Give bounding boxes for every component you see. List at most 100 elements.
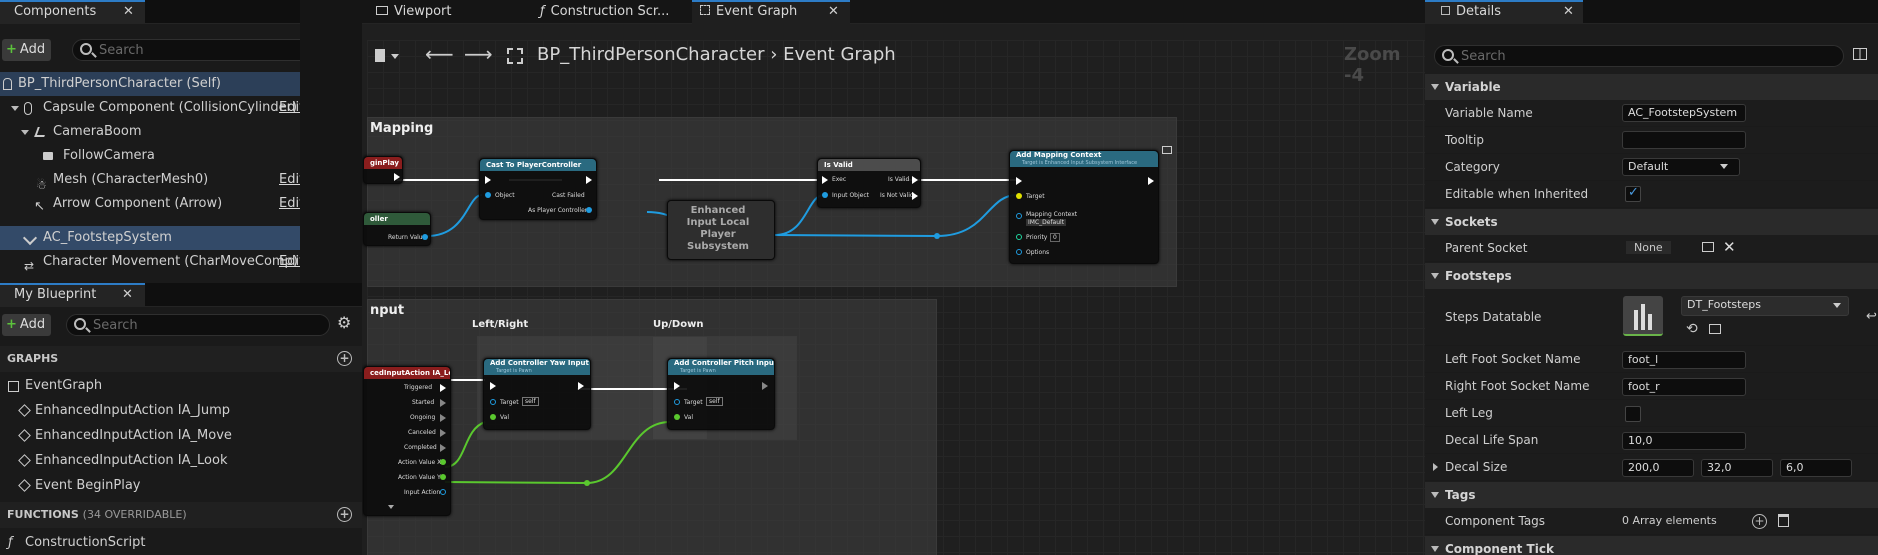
node-add-mapping-context[interactable]: Add Mapping Context Target is Enhanced I… xyxy=(1009,150,1159,264)
tab-components[interactable]: Components ✕ xyxy=(0,0,145,24)
node-event-beginplay[interactable]: ginPlay xyxy=(363,156,403,184)
node-add-yaw-input[interactable]: Add Controller Yaw Input Target is Pawn … xyxy=(483,358,591,430)
close-icon[interactable]: ✕ xyxy=(1563,2,1574,22)
chevron-down-icon[interactable] xyxy=(21,130,29,135)
tab-viewport[interactable]: Viewport xyxy=(368,0,528,24)
datatable-dropdown[interactable]: DT_Footsteps xyxy=(1681,296,1849,316)
exec-in-pin[interactable] xyxy=(674,382,680,390)
trash-icon[interactable] xyxy=(1778,514,1789,527)
object-pin[interactable] xyxy=(485,192,491,198)
component-item-capsule[interactable]: Capsule Component (CollisionCylinder) Ed… xyxy=(0,96,300,120)
tab-details[interactable]: Details ✕ xyxy=(1425,0,1583,24)
int-pin[interactable] xyxy=(1016,234,1022,240)
tab-construction-script[interactable]: ƒ Construction Scr... xyxy=(532,0,687,24)
component-item-self[interactable]: BP_ThirdPersonCharacter (Self) xyxy=(0,72,300,96)
components-add-button[interactable]: + Add xyxy=(2,39,52,61)
section-tags[interactable]: Tags xyxy=(1425,482,1878,508)
close-icon[interactable]: ✕ xyxy=(122,285,133,305)
object-pin[interactable] xyxy=(586,207,592,213)
chevron-down-icon[interactable] xyxy=(388,505,394,509)
float-pin[interactable] xyxy=(440,474,446,480)
exec-out-pin[interactable] xyxy=(1148,177,1154,185)
chevron-right-icon[interactable] xyxy=(1433,463,1438,471)
function-item-construction[interactable]: ƒ ConstructionScript xyxy=(0,531,362,555)
object-pin[interactable] xyxy=(1016,193,1022,199)
functions-section-header[interactable]: FUNCTIONS (34 OVERRIDABLE) + xyxy=(0,502,362,528)
graph-canvas[interactable]: ⟵ ⟶ BP_ThirdPersonCharacter › Event Grap… xyxy=(363,40,1425,555)
exec-out-pin[interactable] xyxy=(912,176,918,184)
gear-icon[interactable]: ⚙ xyxy=(337,313,351,332)
node-ia-look[interactable]: cedInputAction IA_Look Triggered Started… xyxy=(363,366,451,516)
section-variable[interactable]: Variable xyxy=(1425,74,1878,100)
component-item-arrow[interactable]: ↖ Arrow Component (Arrow) Edit in C++ xyxy=(0,192,300,216)
add-element-icon[interactable]: + xyxy=(1752,514,1767,529)
exec-out-pin[interactable] xyxy=(578,382,584,390)
struct-pin[interactable] xyxy=(1016,249,1022,255)
close-icon[interactable]: ✕ xyxy=(123,2,134,22)
object-pin[interactable] xyxy=(422,234,428,240)
tooltip-field[interactable] xyxy=(1622,131,1746,149)
reset-arrow-icon[interactable]: ↩ xyxy=(1866,309,1877,324)
exec-out-pin[interactable] xyxy=(440,429,446,437)
object-pin[interactable] xyxy=(822,192,828,198)
exec-in-pin[interactable] xyxy=(490,382,496,390)
edit-in-cpp-link[interactable]: Edit in C++ xyxy=(279,168,300,192)
exec-in-pin[interactable] xyxy=(1016,177,1022,185)
exec-out-pin[interactable] xyxy=(912,192,918,200)
decal-size-z-field[interactable]: 6,0 xyxy=(1780,459,1852,477)
component-item-footstep[interactable]: AC_FootstepSystem xyxy=(0,226,300,250)
float-pin[interactable] xyxy=(674,414,680,420)
node-get-controller[interactable]: oller Return Value xyxy=(363,212,431,246)
close-icon[interactable]: ✕ xyxy=(828,2,839,22)
exec-out-pin[interactable] xyxy=(440,414,446,422)
left-leg-checkbox[interactable] xyxy=(1625,406,1641,422)
editable-checkbox[interactable]: ✓ xyxy=(1625,185,1641,202)
chevron-down-icon[interactable] xyxy=(11,106,19,111)
object-pin[interactable] xyxy=(1016,213,1022,219)
decal-size-y-field[interactable]: 32,0 xyxy=(1701,459,1773,477)
float-pin[interactable] xyxy=(440,459,446,465)
clear-icon[interactable]: ✕ xyxy=(1723,238,1736,256)
exec-in-pin[interactable] xyxy=(822,176,828,184)
comment-toggle-icon[interactable] xyxy=(1162,146,1172,154)
float-pin[interactable] xyxy=(490,414,496,420)
parent-socket-value[interactable]: None xyxy=(1626,241,1671,254)
exec-out-pin[interactable] xyxy=(440,399,446,407)
socket-browse-icon[interactable] xyxy=(1702,242,1714,252)
details-search-input[interactable]: Search xyxy=(1434,45,1844,67)
graph-item-eventgraph[interactable]: EventGraph xyxy=(0,374,362,398)
component-item-cameraboom[interactable]: CameraBoom xyxy=(0,120,300,144)
object-pin[interactable] xyxy=(490,399,496,405)
exec-out-pin[interactable] xyxy=(394,173,400,181)
node-is-valid[interactable]: Is Valid Exec Is Valid Input Object Is N… xyxy=(817,158,921,208)
edit-in-cpp-link[interactable]: Edit in C++ xyxy=(279,192,300,216)
component-item-mesh[interactable]: ☃ Mesh (CharacterMesh0) Edit in C++ xyxy=(0,168,300,192)
decal-life-field[interactable]: 10,0 xyxy=(1622,432,1746,450)
node-add-pitch-input[interactable]: Add Controller Pitch Input Target is Paw… xyxy=(667,358,775,430)
exec-out-pin[interactable] xyxy=(440,444,446,452)
component-item-followcamera[interactable]: FollowCamera xyxy=(0,144,300,168)
variable-name-field[interactable]: AC_FootstepSystem xyxy=(1622,104,1746,122)
edit-in-cpp-link[interactable]: Edit in C++ xyxy=(279,250,300,274)
add-function-icon[interactable]: + xyxy=(337,507,352,522)
decal-size-x-field[interactable]: 200,0 xyxy=(1622,459,1694,477)
component-item-movement[interactable]: ⇄ Character Movement (CharMoveComp) Edit… xyxy=(0,250,300,274)
section-footsteps[interactable]: Footsteps xyxy=(1425,263,1878,289)
node-cast-to-playercontroller[interactable]: Cast To PlayerController Object Cast Fai… xyxy=(479,158,597,220)
blueprint-search-input[interactable]: Search xyxy=(66,314,330,336)
browse-icon[interactable] xyxy=(1709,324,1721,334)
components-search-input[interactable]: Search xyxy=(72,39,300,61)
graph-item-look[interactable]: EnhancedInputAction IA_Look xyxy=(0,449,362,473)
section-sockets[interactable]: Sockets xyxy=(1425,209,1878,235)
graph-item-beginplay[interactable]: Event BeginPlay xyxy=(0,474,362,498)
graph-item-jump[interactable]: EnhancedInputAction IA_Jump xyxy=(0,399,362,423)
add-graph-icon[interactable]: + xyxy=(337,351,352,366)
graph-item-move[interactable]: EnhancedInputAction IA_Move xyxy=(0,424,362,448)
property-matrix-icon[interactable] xyxy=(1853,48,1867,60)
blueprint-add-button[interactable]: + Add xyxy=(2,314,52,336)
node-input-subsystem[interactable]: Enhanced Input Local Player Subsystem xyxy=(667,200,775,260)
object-pin[interactable] xyxy=(674,399,680,405)
exec-out-pin[interactable] xyxy=(440,384,446,392)
tab-event-graph[interactable]: Event Graph ✕ xyxy=(692,0,850,24)
exec-out-pin[interactable] xyxy=(586,176,592,184)
